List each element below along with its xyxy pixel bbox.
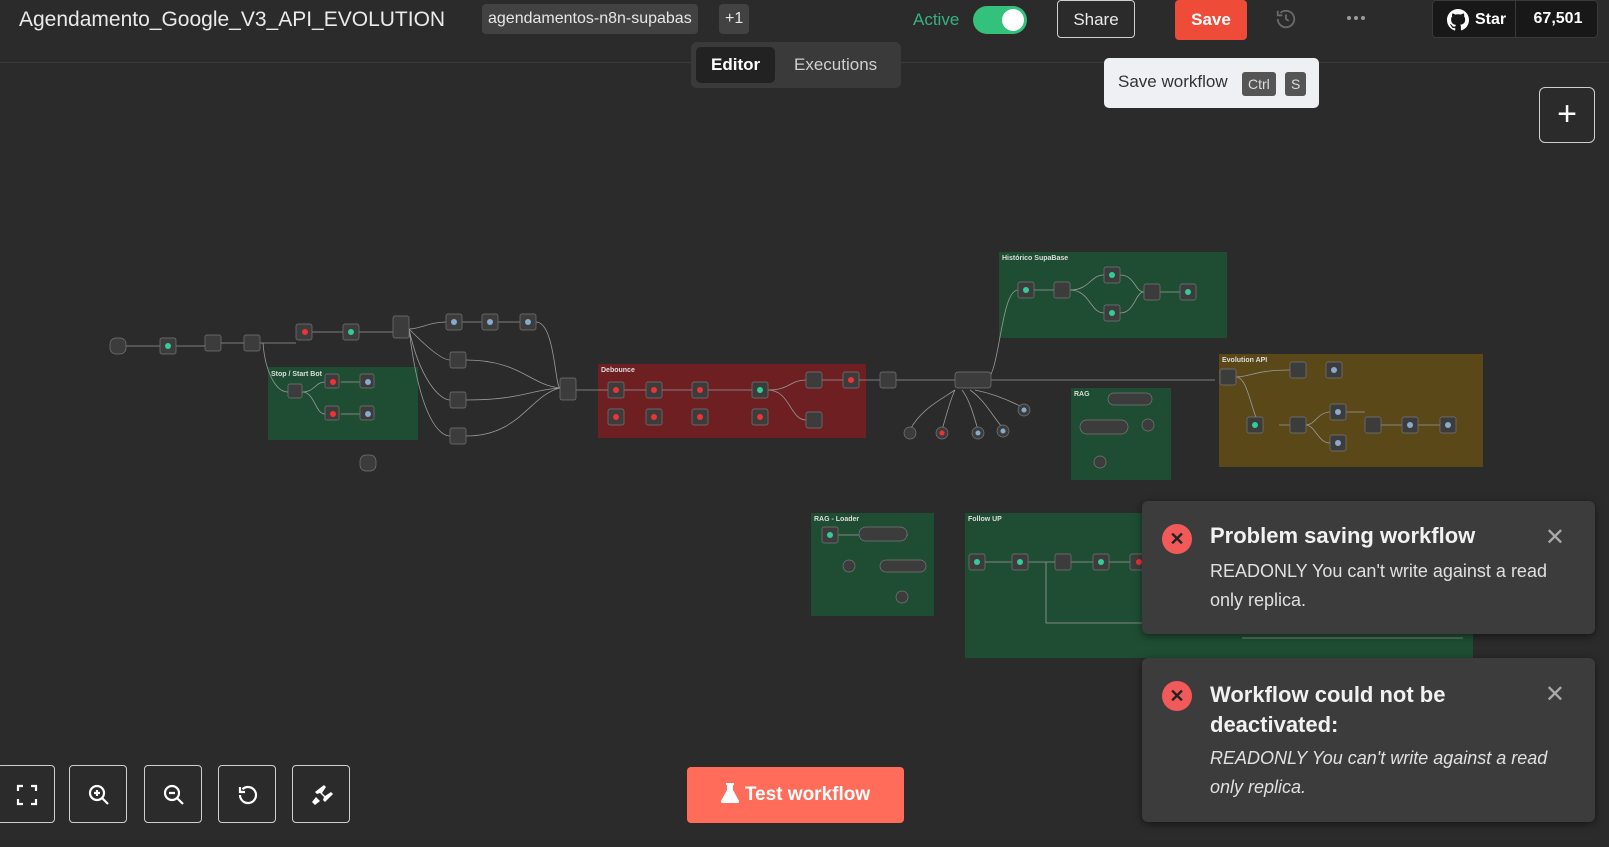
fit-view-button[interactable] [0, 765, 55, 823]
x-circle-icon: ✕ [1162, 681, 1192, 711]
active-label: Active [913, 10, 960, 29]
group-rag-label: RAG [1074, 391, 1090, 398]
zoom-in-button[interactable] [69, 765, 127, 823]
flask-icon [720, 783, 740, 803]
github-star-button[interactable]: Star 67,501 [1432, 0, 1598, 38]
active-toggle[interactable] [973, 6, 1027, 34]
github-icon [1447, 9, 1469, 31]
group-evolution-label: Evolution API [1222, 357, 1267, 364]
reset-zoom-button[interactable] [218, 765, 276, 823]
test-workflow-label: Test workflow [744, 784, 871, 805]
workflow-tag-more[interactable]: +1 [719, 4, 750, 34]
group-debounce-label: Debounce [601, 367, 635, 374]
zoom-out-icon [163, 784, 184, 805]
fit-view-icon [16, 784, 38, 806]
broom-icon [312, 785, 333, 805]
history-icon[interactable] [1275, 8, 1297, 36]
share-button[interactable]: Share [1057, 0, 1135, 38]
toast-title: Problem saving workflow [1210, 523, 1476, 548]
test-workflow-button[interactable]: Test workflow [687, 767, 904, 823]
github-star-label: Star [1475, 11, 1507, 28]
group-historico-label: Histórico SupaBase [1002, 255, 1068, 262]
github-star-count: 67,501 [1515, 1, 1600, 37]
workflow-tag[interactable]: agendamentos-n8n-supabas [482, 4, 698, 34]
close-icon[interactable]: ✕ [1545, 680, 1565, 709]
toast-save-error: ✕ Problem saving workflow READONLY You c… [1142, 501, 1595, 634]
toast-message: READONLY You can't write against a read … [1210, 561, 1547, 610]
group-debounce [598, 364, 866, 438]
save-button[interactable]: Save [1175, 0, 1247, 40]
zoom-in-icon [88, 784, 109, 805]
toast-deactivate-error: ✕ Workflow could not be deactivated: REA… [1142, 658, 1595, 822]
group-stop-start-label: Stop / Start Bot [271, 371, 323, 378]
toast-title: Workflow could not be deactivated: [1210, 682, 1446, 737]
group-evolution [1219, 354, 1483, 467]
zoom-out-button[interactable] [144, 765, 202, 823]
workflow-title[interactable]: Agendamento_Google_V3_API_EVOLUTION [19, 8, 445, 32]
undo-icon [238, 785, 258, 805]
toggle-knob [1002, 9, 1024, 31]
tidy-up-button[interactable] [292, 765, 350, 823]
toast-message: READONLY You can't write against a read … [1210, 748, 1548, 797]
close-icon[interactable]: ✕ [1545, 523, 1565, 552]
group-rag-loader-label: RAG - Loader [814, 516, 859, 523]
x-circle-icon: ✕ [1162, 524, 1192, 554]
more-horizontal-icon[interactable] [1344, 6, 1368, 36]
group-follow-up-label: Follow UP [968, 516, 1002, 523]
